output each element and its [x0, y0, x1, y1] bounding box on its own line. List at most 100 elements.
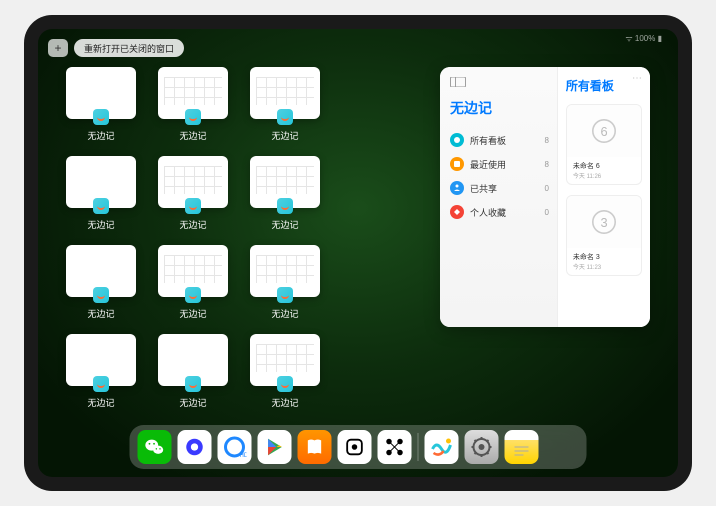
thumbnail-label: 无边记 [87, 218, 114, 231]
thumbnail-preview [158, 156, 228, 208]
ipad-frame: ᯤ 100% ▮ + 重新打开已关闭的窗口 无边记无边记无边记无边记无边记无边记… [24, 15, 692, 491]
settings-icon[interactable] [465, 430, 499, 464]
window-thumbnail[interactable]: 无边记 [66, 67, 136, 142]
sidebar-item-count: 8 [544, 136, 548, 145]
panel-menu-icon[interactable]: ⋯ [632, 73, 642, 84]
screen: ᯤ 100% ▮ + 重新打开已关闭的窗口 无边记无边记无边记无边记无边记无边记… [38, 29, 678, 477]
freeform-app-icon [93, 109, 109, 125]
thumbnail-label: 无边记 [271, 129, 298, 142]
freeform-app-icon [277, 376, 293, 392]
thumbnail-preview [250, 334, 320, 386]
sidebar-item[interactable]: 个人收藏 0 [450, 200, 549, 224]
board-name: 未命名 3 [573, 252, 635, 262]
freeform-app-icon [93, 376, 109, 392]
sidebar-item-count: 0 [544, 184, 548, 193]
board-preview: 3 [567, 196, 641, 248]
board-preview: 6 [567, 105, 641, 157]
books-icon[interactable] [298, 430, 332, 464]
sidebar-item-icon [450, 205, 464, 219]
dock: HD [130, 425, 587, 469]
board-name: 未命名 6 [573, 161, 635, 171]
freeform-app-icon [185, 376, 201, 392]
freeform-spotlight-panel[interactable]: ⋯ 无边记 所有看板8最近使用8已共享0个人收藏0 所有看板 6未命名 6今天 … [440, 67, 650, 327]
reopen-closed-window-button[interactable]: 重新打开已关闭的窗口 [74, 39, 184, 57]
window-thumbnail[interactable]: 无边记 [158, 156, 228, 231]
nodes-icon[interactable] [378, 430, 412, 464]
freeform-icon[interactable] [425, 430, 459, 464]
board-time: 今天 11:26 [573, 171, 635, 180]
freeform-app-icon [185, 198, 201, 214]
thumbnail-label: 无边记 [179, 396, 206, 409]
sidebar-item-label: 个人收藏 [470, 206, 506, 219]
wechat-icon[interactable] [138, 430, 172, 464]
board-list-title: 所有看板 [566, 77, 642, 94]
svg-text:3: 3 [600, 215, 607, 230]
sidebar-item[interactable]: 已共享 0 [450, 176, 549, 200]
freeform-app-icon [185, 287, 201, 303]
panel-board-list: 所有看板 6 未命名 6今天 11:26 3 未命名 3今天 11:23 [557, 67, 650, 327]
notes-icon[interactable] [505, 430, 539, 464]
thumbnail-label: 无边记 [271, 396, 298, 409]
freeform-app-icon [93, 198, 109, 214]
dock-separator [418, 433, 419, 461]
thumbnail-label: 无边记 [87, 396, 114, 409]
thumbnail-preview [66, 67, 136, 119]
panel-title: 无边记 [450, 98, 549, 118]
sidebar-toggle-icon[interactable] [450, 77, 466, 87]
sidebar-item-icon [450, 157, 464, 171]
freeform-app-icon [277, 198, 293, 214]
thumbnail-label: 无边记 [87, 129, 114, 142]
thumbnail-label: 无边记 [179, 307, 206, 320]
thumbnail-label: 无边记 [179, 129, 206, 142]
quark-icon[interactable] [178, 430, 212, 464]
thumbnail-preview [66, 334, 136, 386]
thumbnail-preview [158, 67, 228, 119]
qqbrowser-icon[interactable]: HD [218, 430, 252, 464]
board-time: 今天 11:23 [573, 262, 635, 271]
board-card[interactable]: 6 未命名 6今天 11:26 [566, 104, 642, 185]
panel-sidebar: 无边记 所有看板 8 最近使用 8 已共享 0 个人收藏 0 [440, 67, 557, 327]
freeform-app-icon [185, 109, 201, 125]
sidebar-item-icon [450, 133, 464, 147]
sidebar-item-label: 已共享 [470, 182, 497, 195]
sidebar-item[interactable]: 所有看板 8 [450, 128, 549, 152]
app-switcher-grid: 无边记无边记无边记无边记无边记无边记无边记无边记无边记无边记无边记无边记 [66, 67, 422, 421]
thumbnail-label: 无边记 [179, 218, 206, 231]
window-thumbnail[interactable]: 无边记 [158, 334, 228, 409]
sidebar-item-icon [450, 181, 464, 195]
window-thumbnail[interactable]: 无边记 [158, 67, 228, 142]
freeform-app-icon [93, 287, 109, 303]
window-thumbnail[interactable]: 无边记 [250, 67, 320, 142]
thumbnail-preview [66, 245, 136, 297]
add-window-button[interactable]: + [48, 39, 68, 57]
window-thumbnail[interactable]: 无边记 [250, 156, 320, 231]
dice-icon[interactable] [338, 430, 372, 464]
sidebar-item-count: 8 [544, 160, 548, 169]
freeform-app-icon [277, 287, 293, 303]
thumbnail-preview [250, 67, 320, 119]
window-thumbnail[interactable]: 无边记 [250, 334, 320, 409]
sidebar-item-label: 所有看板 [470, 134, 506, 147]
sidebar-item-count: 0 [544, 208, 548, 217]
playstore-icon[interactable] [258, 430, 292, 464]
thumbnail-preview [158, 334, 228, 386]
window-thumbnail[interactable]: 无边记 [66, 156, 136, 231]
thumbnail-preview [66, 156, 136, 208]
freeform-app-icon [277, 109, 293, 125]
svg-text:6: 6 [600, 124, 607, 139]
window-thumbnail[interactable]: 无边记 [66, 334, 136, 409]
window-thumbnail[interactable]: 无边记 [158, 245, 228, 320]
thumbnail-label: 无边记 [271, 307, 298, 320]
board-card[interactable]: 3 未命名 3今天 11:23 [566, 195, 642, 276]
thumbnail-preview [158, 245, 228, 297]
status-right: ᯤ 100% ▮ [625, 33, 662, 49]
sidebar-item[interactable]: 最近使用 8 [450, 152, 549, 176]
top-controls: + 重新打开已关闭的窗口 [48, 39, 184, 57]
applibrary-icon[interactable] [545, 430, 579, 464]
svg-text:HD: HD [240, 453, 247, 459]
thumbnail-preview [250, 156, 320, 208]
thumbnail-label: 无边记 [271, 218, 298, 231]
sidebar-item-label: 最近使用 [470, 158, 506, 171]
window-thumbnail[interactable]: 无边记 [66, 245, 136, 320]
window-thumbnail[interactable]: 无边记 [250, 245, 320, 320]
